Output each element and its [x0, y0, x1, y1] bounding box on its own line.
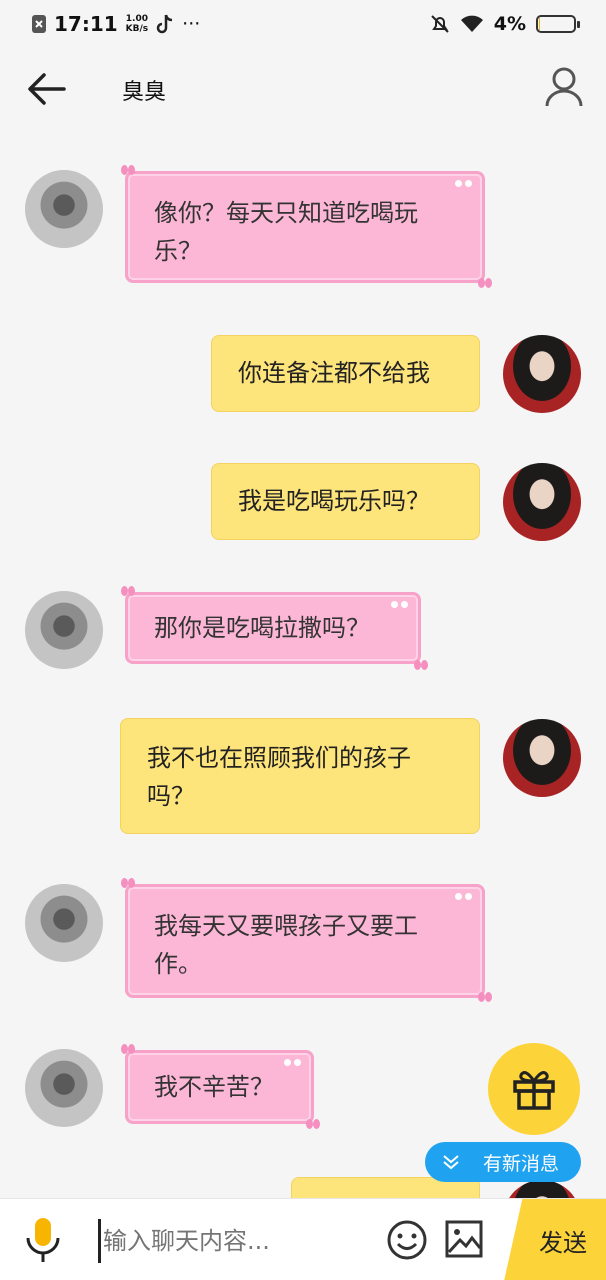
my-avatar[interactable] — [503, 719, 581, 797]
bow-icon — [121, 1044, 135, 1054]
message-bubble-sent[interactable]: 我不也在照顾我们的孩子吗？ — [120, 718, 480, 834]
message-bubble-received[interactable]: 我不辛苦？ — [125, 1050, 314, 1124]
contact-avatar[interactable] — [25, 591, 103, 669]
emoji-button[interactable] — [386, 1219, 428, 1261]
user-icon — [545, 67, 583, 107]
image-button[interactable] — [444, 1219, 484, 1259]
chat-input[interactable] — [98, 1219, 368, 1263]
message-bubble-received[interactable]: 像你？每天只知道吃喝玩乐？ — [125, 171, 485, 283]
gift-button[interactable] — [488, 1043, 580, 1135]
contact-avatar[interactable] — [25, 884, 103, 962]
net-speed: 1.00 KB/s — [125, 14, 149, 34]
voice-button[interactable] — [24, 1216, 62, 1264]
chat-title: 臭臭 — [122, 80, 167, 105]
new-message-badge[interactable]: 有新消息 — [425, 1142, 581, 1182]
notification-close-icon — [32, 15, 46, 33]
status-bar: 17:11 1.00 KB/s ··· 4% — [0, 0, 606, 48]
double-chevron-down-icon — [443, 1155, 459, 1170]
bow-icon — [121, 586, 135, 596]
message-bubble-received[interactable]: 我每天又要喂孩子又要工作。 — [125, 884, 485, 998]
back-button[interactable] — [26, 70, 68, 108]
bow-icon — [306, 1119, 320, 1129]
message-bubble-received[interactable]: 那你是吃喝拉撒吗？ — [125, 592, 421, 664]
bow-icon — [478, 278, 492, 288]
input-bar: 发送 — [0, 1198, 606, 1280]
bow-icon — [121, 165, 135, 175]
tiktok-icon — [156, 14, 174, 34]
contact-avatar[interactable] — [25, 1049, 103, 1127]
bow-icon — [121, 878, 135, 888]
message-bubble-sent[interactable]: 你连备注都不给我 — [211, 335, 480, 412]
status-time: 17:11 — [54, 12, 118, 36]
mute-bell-icon — [430, 14, 450, 34]
message-bubble-sent[interactable]: 我是吃喝玩乐吗？ — [211, 463, 480, 540]
my-avatar[interactable] — [503, 463, 581, 541]
wifi-icon — [460, 15, 484, 33]
gift-icon — [513, 1071, 555, 1110]
bubble-decoration — [455, 180, 472, 187]
title-bar: 臭臭 — [0, 48, 606, 130]
more-notifications-icon: ··· — [182, 13, 201, 35]
contact-avatar[interactable] — [25, 170, 103, 248]
battery-percent: 4% — [493, 13, 526, 35]
smiley-icon — [387, 1220, 427, 1260]
bow-icon — [478, 992, 492, 1002]
bow-icon — [414, 660, 428, 670]
image-icon — [445, 1220, 483, 1258]
microphone-icon — [26, 1218, 60, 1262]
bubble-decoration — [391, 601, 408, 608]
my-avatar[interactable] — [503, 335, 581, 413]
send-button[interactable]: 发送 — [504, 1199, 606, 1280]
battery-level-fill — [539, 18, 541, 30]
profile-button[interactable] — [544, 66, 584, 108]
back-arrow-icon — [28, 73, 66, 105]
battery-icon — [536, 15, 580, 33]
bubble-decoration — [455, 893, 472, 900]
bubble-decoration — [284, 1059, 301, 1066]
